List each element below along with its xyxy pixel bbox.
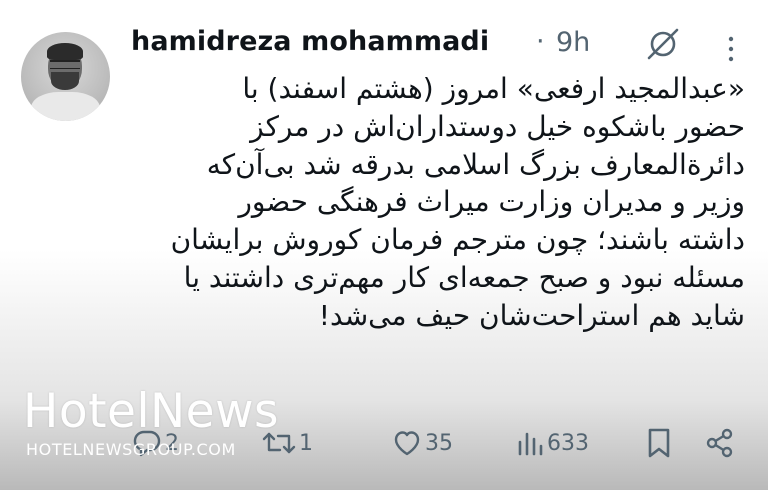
tweet-line: «عبدالمجید ارفعی» امروز (هشتم اسفند) با	[242, 72, 745, 105]
like-button[interactable]: 35	[392, 425, 453, 461]
more-icon[interactable]	[724, 34, 738, 64]
tweet-line: دائرةالمعارف بزرگ اسلامی بدرقه شد بی‌آن‌…	[206, 147, 745, 181]
views-count: 633	[547, 430, 589, 456]
tweet-time[interactable]: 9h	[556, 27, 590, 58]
separator-dot: ·	[536, 26, 545, 57]
bookmark-button[interactable]	[646, 425, 672, 461]
share-icon	[706, 428, 733, 458]
tweet-line: وزیر و مدیران وزارت میراث فرهنگی حضور	[238, 185, 745, 219]
avatar-glasses	[50, 60, 80, 69]
tweet-text: «عبدالمجید ارفعی» امروز (هشتم اسفند) با …	[110, 70, 745, 335]
views-icon	[518, 432, 543, 456]
author-name[interactable]: hamidreza mohammadi	[131, 26, 489, 57]
views-button[interactable]: 633	[516, 425, 589, 461]
avatar-beard	[51, 72, 79, 90]
tweet-line: مسئله نبود و صبح جمعه‌ای کار مهم‌تری داش…	[183, 260, 745, 294]
share-button[interactable]	[704, 425, 736, 461]
avatar-hair	[47, 43, 83, 60]
tweet-line: حضور باشکوه خیل دوستداران‌اش در مرکز	[250, 109, 745, 143]
retweet-count: 1	[299, 430, 313, 456]
avatar[interactable]	[21, 32, 110, 121]
grok-icon[interactable]	[646, 27, 680, 61]
bookmark-icon	[648, 428, 670, 458]
like-count: 35	[425, 430, 453, 456]
like-icon	[394, 431, 420, 456]
watermark-logo: HotelNews	[23, 384, 280, 439]
tweet-line: شاید هم استراحت‌شان حیف می‌شد!	[318, 298, 745, 332]
tweet-line: داشته باشند؛ چون مترجم فرمان کوروش برایش…	[170, 223, 745, 257]
avatar-body	[31, 92, 100, 121]
watermark-url: HOTELNEWSGROUP.COM	[26, 440, 236, 459]
